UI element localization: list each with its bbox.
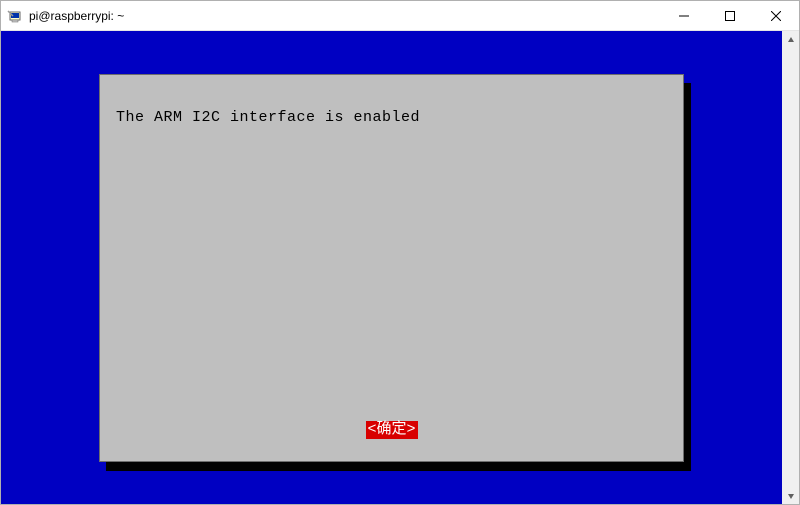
vertical-scrollbar[interactable]	[782, 31, 799, 504]
dialog-inner: The ARM I2C interface is enabled <确定>	[104, 79, 679, 457]
app-window: pi@raspberrypi: ~ The ARM I2C interface …	[0, 0, 800, 505]
titlebar[interactable]: pi@raspberrypi: ~	[1, 1, 799, 31]
content-area: The ARM I2C interface is enabled <确定>	[1, 31, 799, 504]
config-dialog: The ARM I2C interface is enabled <确定>	[99, 74, 684, 462]
putty-icon	[7, 8, 23, 24]
minimize-button[interactable]	[661, 1, 707, 31]
scroll-down-button[interactable]	[782, 487, 799, 504]
scroll-up-button[interactable]	[782, 31, 799, 48]
ok-button[interactable]: <确定>	[365, 421, 417, 439]
maximize-button[interactable]	[707, 1, 753, 31]
dialog-message: The ARM I2C interface is enabled	[116, 109, 420, 126]
window-title: pi@raspberrypi: ~	[29, 9, 124, 23]
terminal-viewport[interactable]: The ARM I2C interface is enabled <确定>	[1, 31, 782, 504]
scroll-track[interactable]	[782, 48, 799, 487]
close-button[interactable]	[753, 1, 799, 31]
